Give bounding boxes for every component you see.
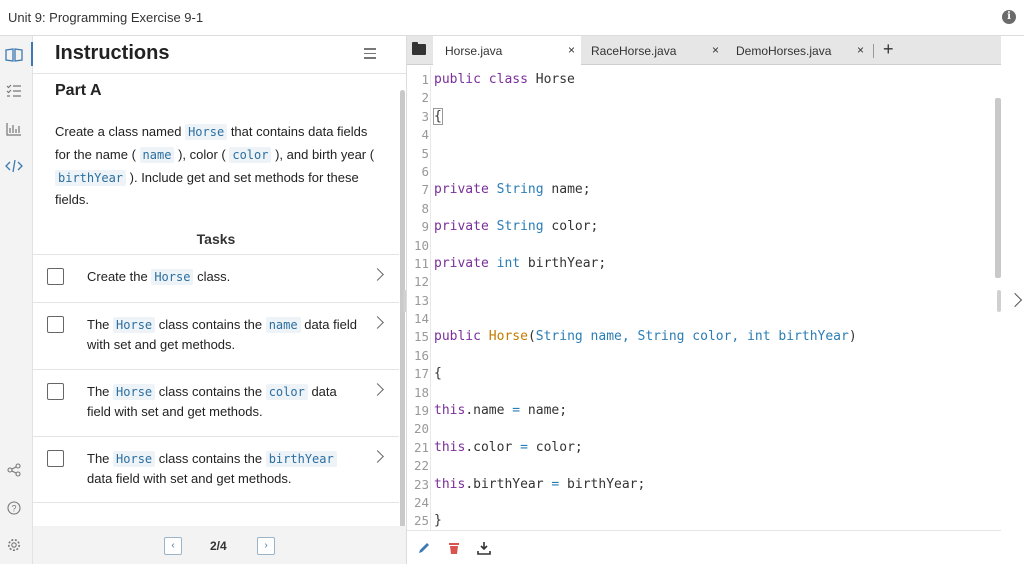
line-number: 10 [413,237,429,253]
close-icon[interactable]: × [857,43,864,57]
code-lines[interactable]: public class Horse { private String name… [433,71,857,531]
line-number: 22 [413,458,429,474]
download-icon[interactable] [477,541,491,555]
line-number: 14 [413,311,429,327]
task-checkbox[interactable] [47,268,64,285]
menu-icon[interactable] [364,48,376,59]
add-tab-button[interactable]: + [883,39,894,60]
task-text: Create the Horse class. [87,269,231,285]
line-number: 21 [413,439,429,455]
code-editor: Horse.java × RaceHorse.java × DemoHorses… [406,36,1002,564]
task-checkbox[interactable] [47,316,64,333]
task-item[interactable]: The Horse class contains the name data f… [33,303,399,370]
task-checkbox[interactable] [47,383,64,400]
line-number: 19 [413,403,429,419]
instructions-description: Create a class named Horse that contains… [55,124,375,208]
instructions-header: Instructions [33,36,406,74]
top-bar: Unit 9: Programming Exercise 9-1 i [0,0,1024,36]
code-area[interactable]: 1 2 3 4 5 6 7 8 9 10 11 12 13 14 15 16 17 18 19 20 21 22 23 24 2… [407,66,1001,531]
editor-toolbar [407,530,1002,564]
prev-page-button[interactable]: ‹ [164,537,182,555]
tasks-title: Tasks [196,231,236,247]
chevron-right-icon[interactable] [371,383,384,396]
line-number: 9 [421,219,429,235]
info-icon[interactable]: i [1002,10,1016,24]
line-number: 1 [421,72,429,87]
close-icon[interactable]: × [568,43,575,57]
tab-horse-java[interactable]: Horse.java × [433,36,581,66]
tab-racehorse-java[interactable]: RaceHorse.java × [579,36,725,65]
line-number: 2 [421,90,429,106]
line-number: 25 [413,513,429,529]
code-icon[interactable] [5,157,23,175]
instructions-scrollbar[interactable] [400,90,405,558]
next-page-button[interactable]: › [257,537,275,555]
line-number: 24 [413,494,429,510]
line-number: 5 [421,145,429,161]
line-number: 7 [421,182,429,198]
settings-icon[interactable] [5,536,23,554]
chevron-right-icon[interactable] [371,316,384,329]
task-pager: ‹ 2/4 › [33,526,406,564]
chart-icon[interactable] [5,120,23,138]
resize-handle[interactable] [997,290,1001,312]
line-number: 12 [413,274,429,290]
file-tabs: Horse.java × RaceHorse.java × DemoHorses… [407,36,1002,66]
close-icon[interactable]: × [712,43,719,57]
page-title: Unit 9: Programming Exercise 9-1 [8,10,204,25]
instructions-panel: Instructions Part A Create a class named… [33,36,406,564]
inline-code: color [229,146,272,163]
line-number: 4 [421,127,429,143]
line-number: 13 [413,292,429,308]
chevron-right-icon[interactable] [371,450,384,463]
line-number: 20 [413,421,429,437]
app-root: Unit 9: Programming Exercise 9-1 i ? Ins… [0,0,1024,564]
inline-code: birthYear [55,169,127,186]
help-icon[interactable]: ? [5,499,23,517]
pencil-icon[interactable] [417,541,431,555]
task-item[interactable]: The Horse class contains the birthYear d… [33,437,399,503]
share-icon[interactable] [5,461,23,479]
chevron-right-icon[interactable] [371,268,384,281]
inline-code: name [139,146,175,163]
part-title: Part A [55,82,102,99]
task-text: The Horse class contains the color data … [87,384,337,419]
folder-icon[interactable] [412,42,426,55]
book-icon[interactable] [5,46,23,64]
line-number: 6 [421,163,429,179]
checklist-icon[interactable] [5,82,23,100]
line-number: 18 [413,384,429,400]
trash-icon[interactable] [447,541,461,555]
task-item[interactable]: Create the Horse class. [33,255,399,303]
line-numbers: 1 2 3 4 5 6 7 8 9 10 11 12 13 14 15 16 17 18 19 20 21 22 23 24 2… [407,71,429,531]
instructions-heading: Instructions [55,42,170,64]
svg-text:?: ? [11,504,16,514]
line-number: 8 [421,200,429,216]
task-item[interactable]: The Horse class contains the color data … [33,370,399,437]
side-rail: ? [0,36,33,564]
line-number: 23 [413,476,429,492]
task-checkbox[interactable] [47,450,64,467]
task-text: The Horse class contains the birthYear d… [87,449,357,488]
line-number: 17 [413,366,429,382]
page-indicator: 2/4 [210,539,227,553]
inline-code: Horse [185,124,228,140]
task-text: The Horse class contains the name data f… [87,317,357,352]
line-number: 3 [421,108,429,124]
line-number: 15 [413,329,429,345]
tab-demohorses-java[interactable]: DemoHorses.java × [724,36,870,65]
line-number: 11 [413,255,429,271]
line-number: 16 [413,347,429,363]
